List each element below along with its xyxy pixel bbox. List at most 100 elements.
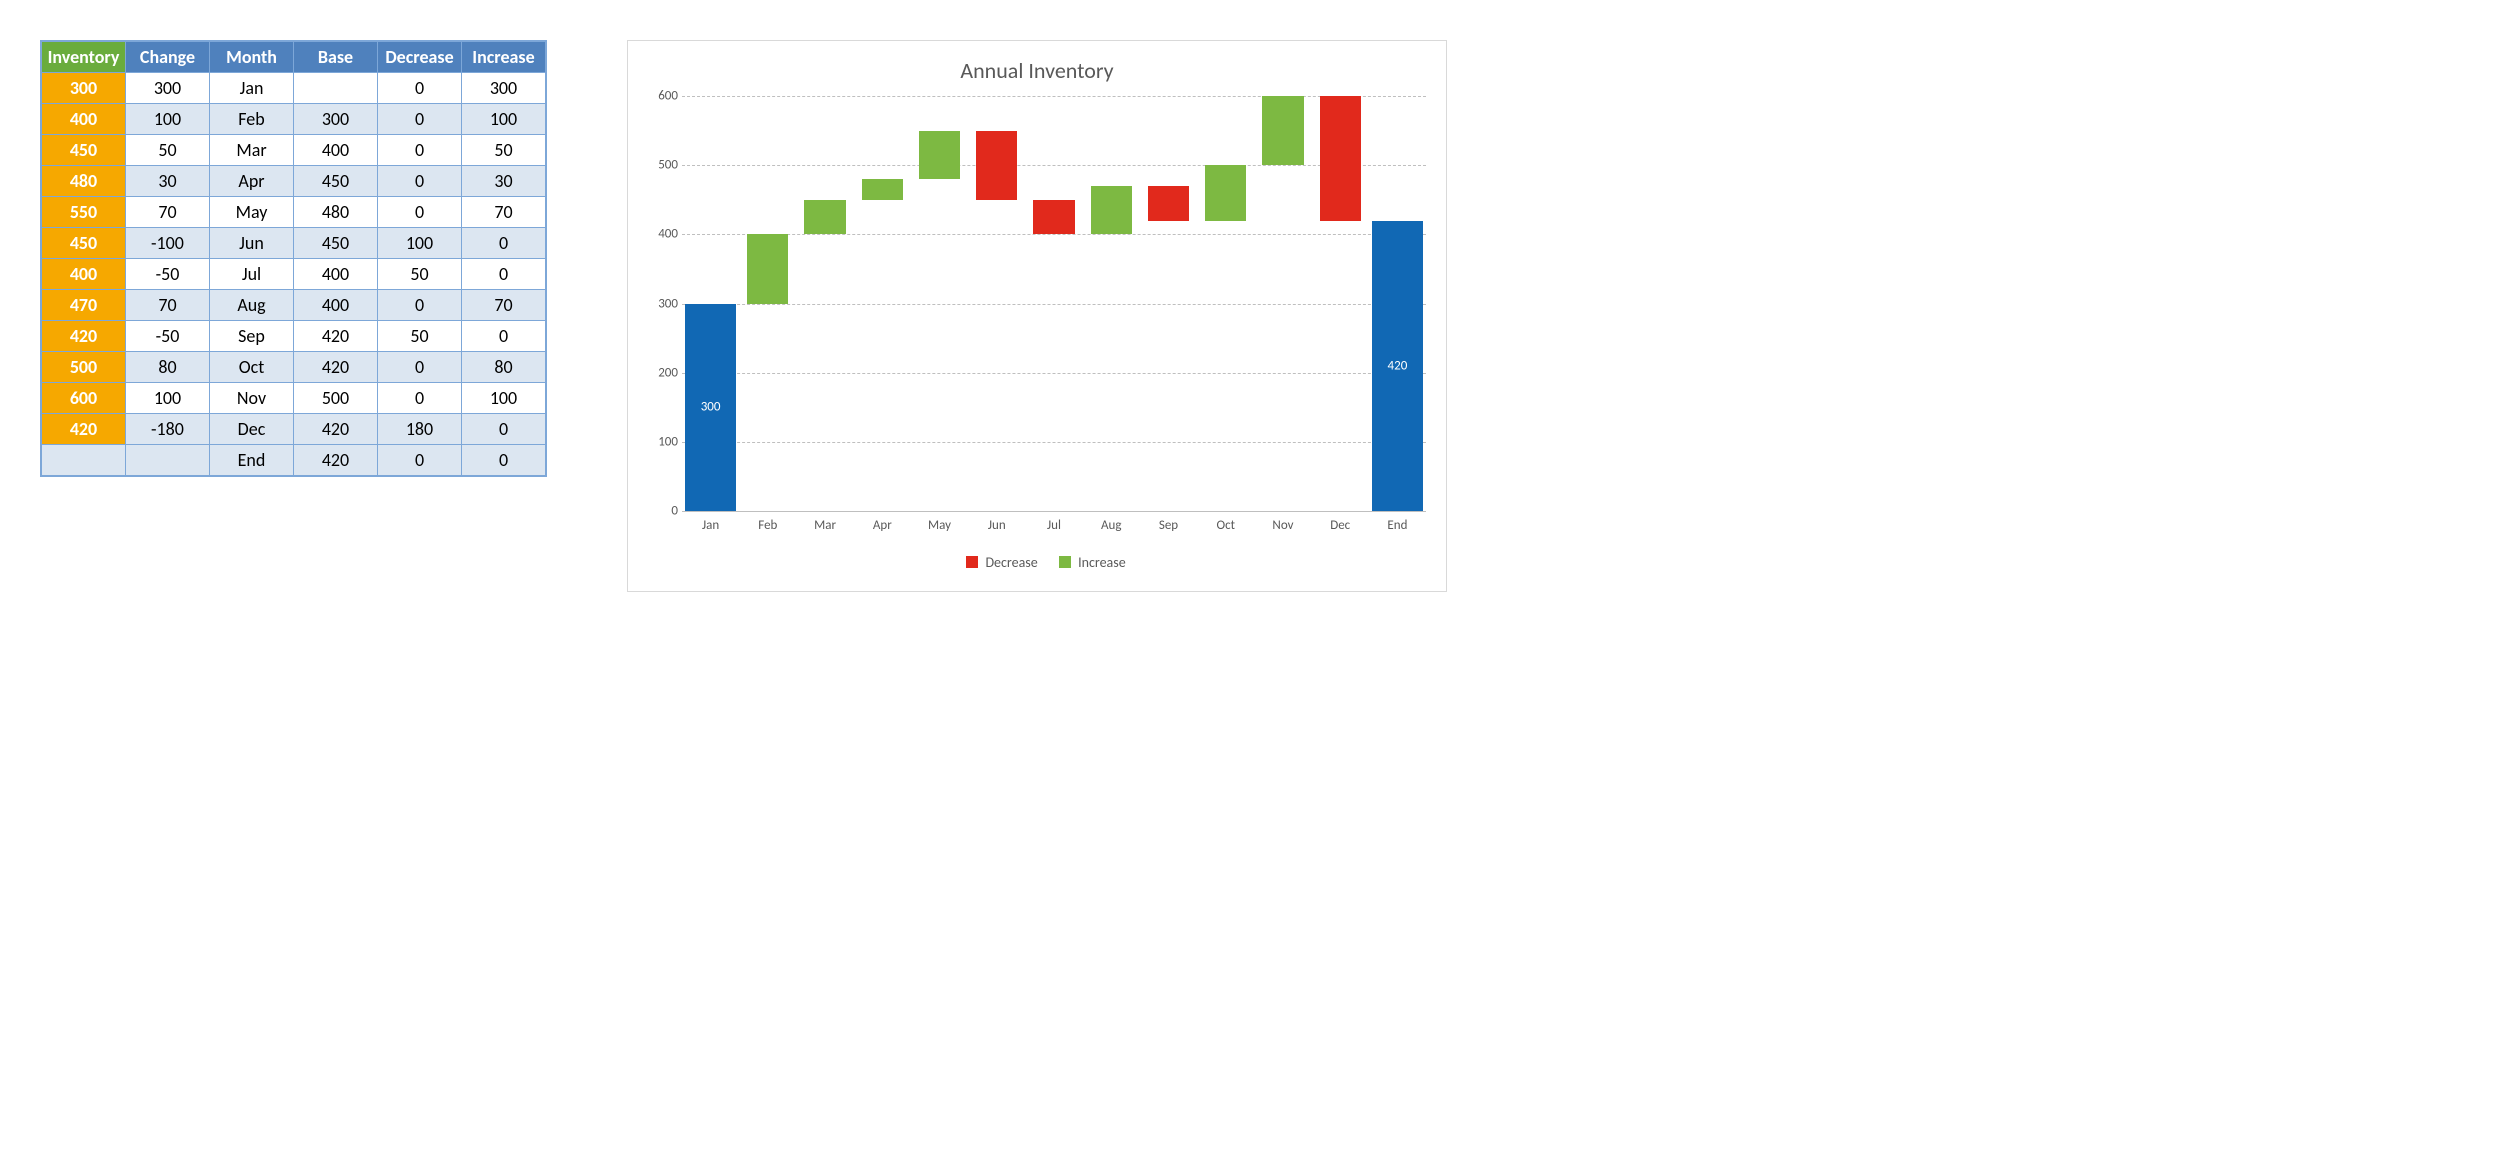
legend-swatch-decrease	[966, 556, 978, 568]
chart-legend: Decrease Increase	[648, 554, 1426, 571]
x-tick-label: May	[911, 518, 968, 533]
chart-title: Annual Inventory	[648, 57, 1426, 84]
bar-value-label: 420	[1369, 358, 1426, 373]
col-increase: Increase	[462, 42, 546, 73]
table-row-end: End42000	[42, 445, 546, 476]
x-tick-label: Dec	[1312, 518, 1369, 533]
bar-decrease	[1320, 96, 1361, 221]
x-tick-label: Jun	[968, 518, 1025, 533]
x-tick-label: Jan	[682, 518, 739, 533]
col-decrease: Decrease	[378, 42, 462, 73]
bar-column: Dec	[1312, 96, 1369, 511]
legend-swatch-increase	[1059, 556, 1071, 568]
cell-change	[126, 445, 210, 476]
table-row: 400-50Jul400500	[42, 259, 546, 290]
bar-column: 300Jan	[682, 96, 739, 511]
cell-decrease: 0	[378, 104, 462, 135]
cell-base: 420	[294, 414, 378, 445]
cell-decrease: 0	[378, 73, 462, 104]
y-tick-label: 500	[648, 158, 678, 173]
cell-month: Feb	[210, 104, 294, 135]
cell-month: Jun	[210, 228, 294, 259]
cell-change: 80	[126, 352, 210, 383]
table-row: 300300Jan0300	[42, 73, 546, 104]
cell-decrease: 0	[378, 135, 462, 166]
bar-decrease	[976, 131, 1017, 200]
cell-base: 400	[294, 135, 378, 166]
cell-month: Mar	[210, 135, 294, 166]
cell-increase: 70	[462, 290, 546, 321]
col-change: Change	[126, 42, 210, 73]
x-tick-label: Jul	[1025, 518, 1082, 533]
cell-inventory: 470	[42, 290, 126, 321]
waterfall-chart: Annual Inventory 0100200300400500600300J…	[627, 40, 1447, 592]
bar-increase	[1091, 186, 1132, 234]
y-tick-label: 600	[648, 89, 678, 104]
bar-column: Aug	[1083, 96, 1140, 511]
cell-month: End	[210, 445, 294, 476]
table-row: 600100Nov5000100	[42, 383, 546, 414]
x-tick-label: Sep	[1140, 518, 1197, 533]
x-tick-label: Feb	[739, 518, 796, 533]
col-inventory: Inventory	[42, 42, 126, 73]
cell-increase: 50	[462, 135, 546, 166]
table-row: 420-180Dec4201800	[42, 414, 546, 445]
table-row: 400100Feb3000100	[42, 104, 546, 135]
cell-inventory: 300	[42, 73, 126, 104]
cell-increase: 0	[462, 414, 546, 445]
bar-column: Sep	[1140, 96, 1197, 511]
cell-increase: 70	[462, 197, 546, 228]
cell-base: 480	[294, 197, 378, 228]
cell-month: Oct	[210, 352, 294, 383]
cell-decrease: 0	[378, 197, 462, 228]
col-base: Base	[294, 42, 378, 73]
bar-column: 420End	[1369, 96, 1426, 511]
cell-base: 420	[294, 321, 378, 352]
cell-change: 30	[126, 166, 210, 197]
cell-inventory: 420	[42, 321, 126, 352]
cell-increase: 300	[462, 73, 546, 104]
cell-decrease: 50	[378, 259, 462, 290]
cell-increase: 100	[462, 383, 546, 414]
cell-inventory: 400	[42, 259, 126, 290]
cell-base: 400	[294, 290, 378, 321]
bar-column: Oct	[1197, 96, 1254, 511]
cell-change: 100	[126, 104, 210, 135]
cell-month: May	[210, 197, 294, 228]
bar-increase	[1205, 165, 1246, 220]
y-tick-label: 200	[648, 365, 678, 380]
cell-base: 420	[294, 445, 378, 476]
y-tick-label: 100	[648, 434, 678, 449]
cell-decrease: 0	[378, 445, 462, 476]
col-month: Month	[210, 42, 294, 73]
bar-value-label: 300	[682, 400, 739, 415]
table-row: 50080Oct420080	[42, 352, 546, 383]
cell-increase: 0	[462, 445, 546, 476]
y-tick-label: 400	[648, 227, 678, 242]
cell-increase: 30	[462, 166, 546, 197]
cell-increase: 0	[462, 259, 546, 290]
cell-month: Aug	[210, 290, 294, 321]
cell-base: 400	[294, 259, 378, 290]
cell-decrease: 50	[378, 321, 462, 352]
cell-change: 70	[126, 290, 210, 321]
bar-column: Nov	[1254, 96, 1311, 511]
cell-month: Jul	[210, 259, 294, 290]
x-tick-label: Mar	[796, 518, 853, 533]
cell-change: -100	[126, 228, 210, 259]
bar-column: May	[911, 96, 968, 511]
bar-increase	[747, 234, 788, 303]
cell-inventory	[42, 445, 126, 476]
bar-column: Mar	[796, 96, 853, 511]
bar-increase	[804, 200, 845, 235]
cell-increase: 100	[462, 104, 546, 135]
cell-month: Dec	[210, 414, 294, 445]
cell-inventory: 550	[42, 197, 126, 228]
x-tick-label: Oct	[1197, 518, 1254, 533]
cell-inventory: 450	[42, 135, 126, 166]
cell-base: 450	[294, 166, 378, 197]
cell-month: Sep	[210, 321, 294, 352]
cell-decrease: 0	[378, 290, 462, 321]
cell-base: 450	[294, 228, 378, 259]
cell-change: -50	[126, 259, 210, 290]
